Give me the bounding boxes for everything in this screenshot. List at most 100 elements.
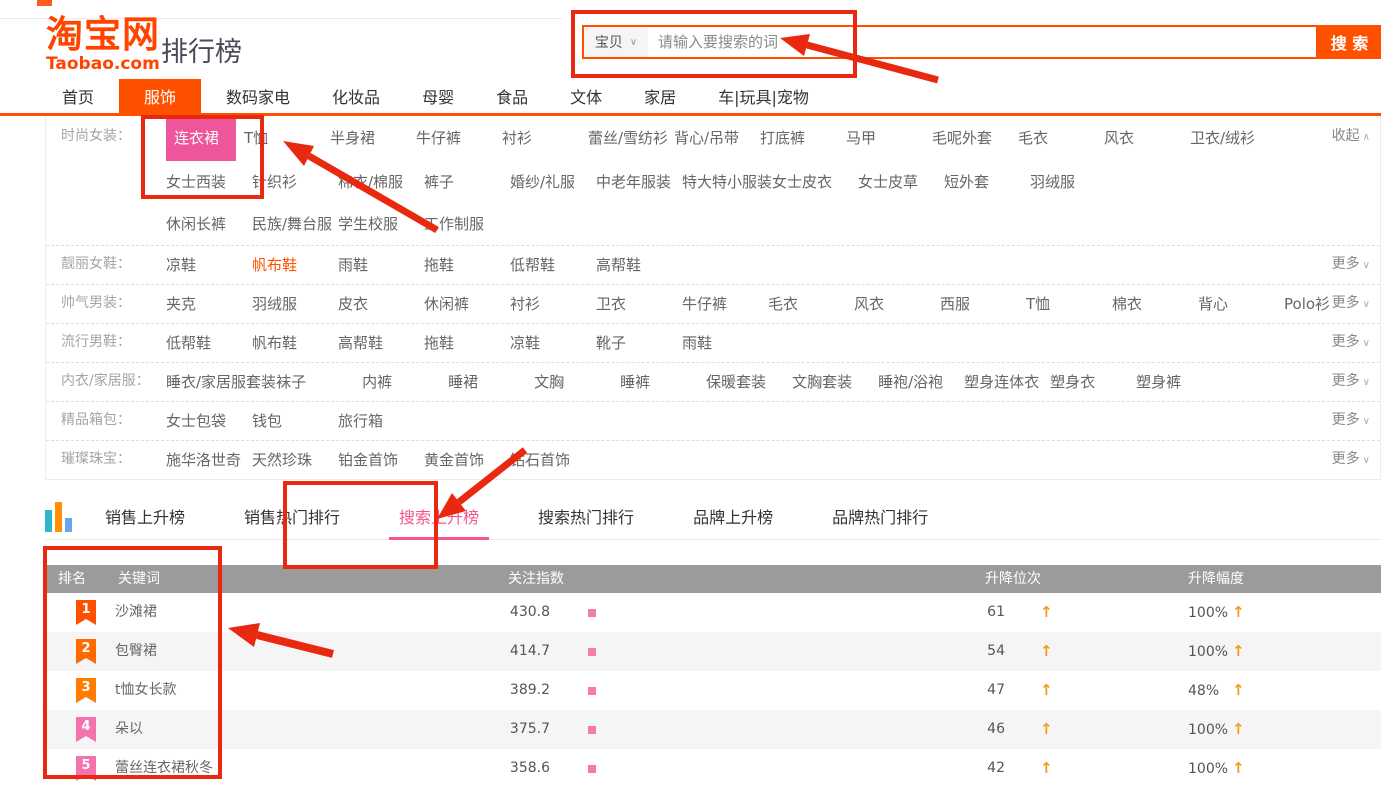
- search-input[interactable]: [648, 27, 1316, 57]
- category-item[interactable]: 女士皮草: [858, 162, 944, 203]
- category-item[interactable]: 婚纱/礼服: [510, 162, 596, 203]
- more-link[interactable]: 更多∨: [1332, 285, 1370, 323]
- more-link[interactable]: 更多∨: [1332, 402, 1370, 440]
- category-item[interactable]: 高帮鞋: [596, 247, 682, 284]
- ranking-tab[interactable]: 搜索热门排行: [528, 495, 644, 540]
- category-item[interactable]: T恤: [244, 118, 330, 159]
- category-item[interactable]: 棉衣/棉服: [338, 162, 424, 203]
- category-item[interactable]: 雨鞋: [338, 247, 424, 284]
- category-item[interactable]: 女士包袋: [166, 403, 252, 440]
- category-item[interactable]: 钻石首饰: [510, 442, 596, 479]
- search-category-select[interactable]: 宝贝 ∨: [584, 27, 648, 57]
- category-item[interactable]: 低帮鞋: [166, 325, 252, 362]
- category-item[interactable]: 连衣裙: [166, 116, 236, 161]
- category-item[interactable]: 黄金首饰: [424, 442, 510, 479]
- category-item[interactable]: 毛衣: [768, 286, 854, 323]
- keyword-cell[interactable]: 沙滩裙: [115, 593, 157, 632]
- category-item[interactable]: 低帮鞋: [510, 247, 596, 284]
- category-item[interactable]: 短外套: [944, 162, 1030, 203]
- table-row[interactable]: 3 t恤女长款 389.2 47 ↑ 48%↑: [45, 671, 1381, 710]
- category-item[interactable]: 衬衫: [502, 118, 588, 159]
- category-item[interactable]: 塑身衣: [1050, 364, 1136, 401]
- category-item[interactable]: 工作制服: [424, 204, 510, 245]
- category-item[interactable]: 铂金首饰: [338, 442, 424, 479]
- nav-tab[interactable]: 数码家电: [209, 79, 307, 113]
- category-item[interactable]: 棉衣: [1112, 286, 1198, 323]
- more-link[interactable]: 更多∨: [1332, 363, 1370, 401]
- category-item[interactable]: 民族/舞台服: [252, 204, 338, 245]
- table-row[interactable]: 5 蕾丝连衣裙秋冬 358.6 42 ↑ 100%↑: [45, 749, 1381, 788]
- category-item[interactable]: 蕾丝/雪纺衫: [588, 118, 674, 159]
- table-row[interactable]: 4 朵以 375.7 46 ↑ 100%↑: [45, 710, 1381, 749]
- category-item[interactable]: 袜子: [276, 364, 362, 401]
- category-item[interactable]: 睡袍/浴袍: [878, 364, 964, 401]
- nav-tab[interactable]: 母婴: [405, 79, 471, 113]
- category-item[interactable]: 睡裙: [448, 364, 534, 401]
- category-item[interactable]: 羽绒服: [252, 286, 338, 323]
- nav-tab[interactable]: 车|玩具|宠物: [701, 79, 826, 113]
- category-item[interactable]: 中老年服装: [596, 162, 682, 203]
- category-item[interactable]: 背心: [1198, 286, 1284, 323]
- category-item[interactable]: 靴子: [596, 325, 682, 362]
- category-item[interactable]: 毛呢外套: [932, 118, 1018, 159]
- category-item[interactable]: 学生校服: [338, 204, 424, 245]
- category-item[interactable]: 帆布鞋: [252, 247, 338, 284]
- category-item[interactable]: 天然珍珠: [252, 442, 338, 479]
- search-button[interactable]: 搜 索: [1318, 25, 1381, 59]
- category-item[interactable]: 风衣: [854, 286, 940, 323]
- category-item[interactable]: 保暖套装: [706, 364, 792, 401]
- keyword-cell[interactable]: 蕾丝连衣裙秋冬: [115, 749, 213, 788]
- more-link[interactable]: 更多∨: [1332, 246, 1370, 284]
- category-item[interactable]: 休闲裤: [424, 286, 510, 323]
- category-item[interactable]: 风衣: [1104, 118, 1190, 159]
- category-item[interactable]: 牛仔裤: [416, 118, 502, 159]
- ranking-tab[interactable]: 品牌热门排行: [822, 495, 938, 540]
- nav-tab[interactable]: 家居: [627, 79, 693, 113]
- category-item[interactable]: 内裤: [362, 364, 448, 401]
- category-item[interactable]: 夹克: [166, 286, 252, 323]
- category-item[interactable]: 凉鞋: [166, 247, 252, 284]
- category-item[interactable]: 西服: [940, 286, 1026, 323]
- category-item[interactable]: 帆布鞋: [252, 325, 338, 362]
- category-item[interactable]: 塑身连体衣: [964, 364, 1050, 401]
- ranking-tab[interactable]: 销售上升榜: [95, 495, 195, 540]
- category-item[interactable]: 拖鞋: [424, 325, 510, 362]
- category-item[interactable]: 裤子: [424, 162, 510, 203]
- category-item[interactable]: 塑身裤: [1136, 364, 1222, 401]
- category-item[interactable]: 高帮鞋: [338, 325, 424, 362]
- category-item[interactable]: 背心/吊带: [674, 118, 760, 159]
- nav-tab[interactable]: 服饰: [119, 79, 201, 113]
- more-link[interactable]: 更多∨: [1332, 441, 1370, 479]
- category-item[interactable]: T恤: [1026, 286, 1112, 323]
- category-item[interactable]: 雨鞋: [682, 325, 768, 362]
- category-item[interactable]: 半身裙: [330, 118, 416, 159]
- category-item[interactable]: 卫衣/绒衫: [1190, 118, 1276, 159]
- ranking-tab[interactable]: 搜索上升榜: [389, 495, 489, 540]
- collapse-link[interactable]: 收起∧: [1332, 116, 1370, 158]
- category-item[interactable]: 旅行箱: [338, 403, 424, 440]
- nav-tab[interactable]: 化妆品: [315, 79, 397, 113]
- category-item[interactable]: 睡裤: [620, 364, 706, 401]
- category-item[interactable]: 卫衣: [596, 286, 682, 323]
- category-item[interactable]: 文胸套装: [792, 364, 878, 401]
- category-item[interactable]: 特大特小服装: [682, 162, 772, 203]
- category-item[interactable]: 皮衣: [338, 286, 424, 323]
- nav-tab[interactable]: 食品: [479, 79, 545, 113]
- ranking-tab[interactable]: 品牌上升榜: [683, 495, 783, 540]
- category-item[interactable]: 睡衣/家居服套装: [166, 364, 276, 401]
- category-item[interactable]: 女士皮衣: [772, 162, 858, 203]
- taobao-logo[interactable]: 淘宝网 Taobao.com: [46, 16, 160, 73]
- category-item[interactable]: 施华洛世奇: [166, 442, 252, 479]
- category-item[interactable]: 休闲长裤: [166, 204, 252, 245]
- table-row[interactable]: 1 沙滩裙 430.8 61 ↑ 100%↑: [45, 593, 1381, 632]
- category-item[interactable]: 毛衣: [1018, 118, 1104, 159]
- more-link[interactable]: 更多∨: [1332, 324, 1370, 362]
- category-item[interactable]: 衬衫: [510, 286, 596, 323]
- category-item[interactable]: 马甲: [846, 118, 932, 159]
- category-item[interactable]: 女士西装: [166, 162, 252, 203]
- category-item[interactable]: 钱包: [252, 403, 338, 440]
- category-item[interactable]: 牛仔裤: [682, 286, 768, 323]
- nav-tab[interactable]: 文体: [553, 79, 619, 113]
- ranking-tab[interactable]: 销售热门排行: [234, 495, 350, 540]
- keyword-cell[interactable]: 朵以: [115, 710, 143, 749]
